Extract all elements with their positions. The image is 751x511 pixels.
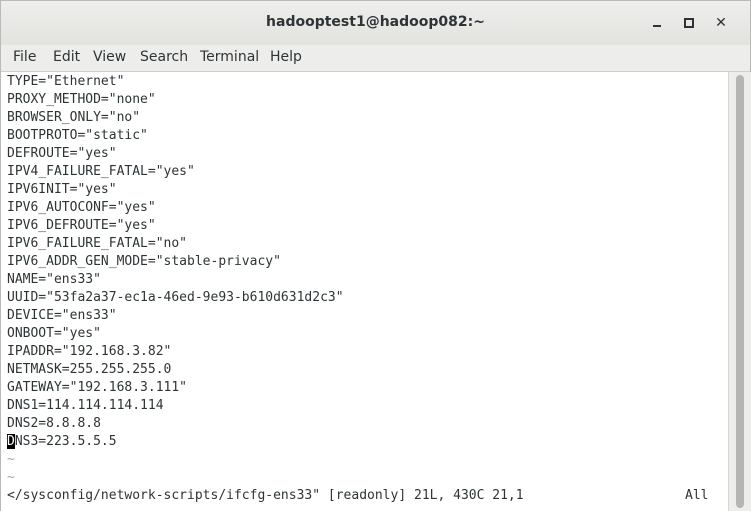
minimize-button[interactable] <box>647 13 667 33</box>
terminal-line: IPV6_FAILURE_FATAL="no" <box>7 236 188 251</box>
vertical-scrollbar[interactable] <box>728 72 751 511</box>
terminal-line: IPV4_FAILURE_FATAL="yes" <box>7 164 195 179</box>
terminal-window: hadooptest1@hadoop082:~ ✕ File Edit View… <box>0 0 751 511</box>
terminal-line: DNS1=114.114.114.114 <box>7 398 164 413</box>
terminal-line: DNS2=8.8.8.8 <box>7 416 101 431</box>
window-title: hadooptest1@hadoop082:~ <box>266 14 485 30</box>
vim-status-position: All <box>685 488 709 503</box>
terminal-line: TYPE="Ethernet" <box>7 74 125 89</box>
title-bar[interactable]: hadooptest1@hadoop082:~ ✕ <box>1 1 750 46</box>
vim-status-line: </sysconfig/network-scripts/ifcfg-ens33"… <box>7 488 524 503</box>
scrollbar-thumb[interactable] <box>736 75 744 508</box>
menu-terminal[interactable]: Terminal <box>200 49 259 65</box>
maximize-icon <box>684 18 694 28</box>
empty-line-tilde: ~ <box>7 452 15 467</box>
terminal-line: NAME="ens33" <box>7 272 101 287</box>
terminal-line: IPV6INIT="yes" <box>7 182 117 197</box>
close-button[interactable]: ✕ <box>711 13 731 33</box>
menu-file[interactable]: File <box>13 49 36 65</box>
terminal-line: DEVICE="ens33" <box>7 308 117 323</box>
terminal-line: ONBOOT="yes" <box>7 326 101 341</box>
terminal-line: UUID="53fa2a37-ec1a-46ed-9e93-b610d631d2… <box>7 290 344 305</box>
terminal-content[interactable]: TYPE="Ethernet" PROXY_METHOD="none" BROW… <box>1 72 728 511</box>
terminal-line: IPV6_AUTOCONF="yes" <box>7 200 156 215</box>
terminal-line: IPADDR="192.168.3.82" <box>7 344 172 359</box>
text-cursor: D <box>7 434 15 449</box>
menu-search[interactable]: Search <box>140 49 188 65</box>
terminal-line: NETMASK=255.255.255.0 <box>7 362 172 377</box>
menu-view[interactable]: View <box>93 49 126 65</box>
cursor-line-text: NS3=223.5.5.5 <box>14 434 117 449</box>
menu-bar: File Edit View Search Terminal Help <box>1 45 750 72</box>
terminal-cursor-line: DNS3=223.5.5.5 <box>7 433 117 451</box>
menu-edit[interactable]: Edit <box>53 49 80 65</box>
terminal-line: PROXY_METHOD="none" <box>7 92 156 107</box>
terminal-line: GATEWAY="192.168.3.111" <box>7 380 188 395</box>
terminal-line: IPV6_ADDR_GEN_MODE="stable-privacy" <box>7 254 281 269</box>
empty-line-tilde: ~ <box>7 470 15 485</box>
menu-help[interactable]: Help <box>270 49 302 65</box>
terminal-line: BOOTPROTO="static" <box>7 128 148 143</box>
terminal-line: BROWSER_ONLY="no" <box>7 110 141 125</box>
close-icon: ✕ <box>715 15 727 31</box>
maximize-button[interactable] <box>679 13 699 33</box>
terminal-line: IPV6_DEFROUTE="yes" <box>7 218 156 233</box>
minimize-icon <box>653 25 661 27</box>
terminal-line: DEFROUTE="yes" <box>7 146 117 161</box>
